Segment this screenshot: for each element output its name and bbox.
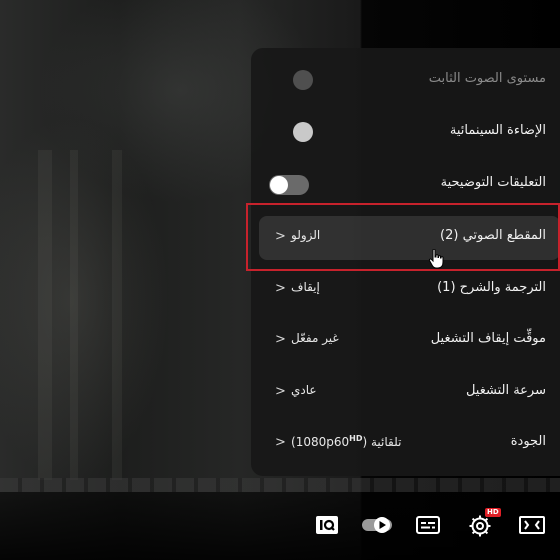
stable-volume-item[interactable]: مستوى الصوت الثابت bbox=[259, 59, 560, 103]
chevron-left-icon: < bbox=[275, 332, 286, 347]
toggle-knob bbox=[270, 176, 288, 194]
annotations-item[interactable]: التعليقات التوضيحية bbox=[259, 163, 560, 207]
theater-mode-button[interactable] bbox=[517, 510, 547, 540]
sleep-timer-value: غير مفعّل bbox=[291, 331, 339, 345]
stable-volume-indicator[interactable] bbox=[293, 70, 313, 90]
chevron-left-icon: < bbox=[275, 435, 286, 450]
playback-speed-item[interactable]: سرعة التشغيل عادي < bbox=[259, 371, 560, 415]
autoplay-toggle-icon bbox=[362, 517, 392, 533]
hand-pointer-icon bbox=[428, 249, 444, 269]
video-floor-strip bbox=[0, 478, 560, 492]
playback-speed-value: عادي bbox=[291, 383, 317, 397]
subtitles-button[interactable] bbox=[413, 510, 443, 540]
theater-mode-icon bbox=[519, 516, 545, 534]
chevron-left-icon: < bbox=[275, 384, 286, 399]
subtitles-item[interactable]: الترجمة والشرح (1) إيقاف < bbox=[259, 268, 560, 312]
ambient-mode-label: الإضاءة السينمائية bbox=[449, 123, 546, 138]
quality-mode: تلقائية bbox=[370, 435, 402, 449]
curtain-fold bbox=[38, 150, 52, 480]
quality-value: تلقائية (1080p60HD) bbox=[291, 434, 401, 449]
quality-item[interactable]: الجودة تلقائية (1080p60HD) < bbox=[259, 422, 560, 466]
ambient-mode-indicator[interactable] bbox=[293, 122, 313, 142]
quality-hd-superscript: HD bbox=[349, 434, 363, 443]
annotation-highlight-box bbox=[246, 203, 560, 271]
subtitles-icon bbox=[416, 516, 440, 534]
hd-badge: HD bbox=[485, 508, 501, 517]
quality-label: الجودة bbox=[510, 434, 546, 449]
subtitles-label: الترجمة والشرح (1) bbox=[437, 280, 546, 295]
subtitles-value: إيقاف bbox=[291, 280, 320, 294]
annotations-label: التعليقات التوضيحية bbox=[440, 175, 546, 190]
stable-volume-label: مستوى الصوت الثابت bbox=[428, 71, 546, 86]
annotations-toggle[interactable] bbox=[269, 175, 309, 195]
sleep-timer-item[interactable]: موقِّت إيقاف التشغيل غير مفعّل < bbox=[259, 319, 560, 363]
quality-iq-button[interactable] bbox=[312, 510, 342, 540]
settings-button[interactable]: HD bbox=[465, 508, 501, 540]
sleep-timer-label: موقِّت إيقاف التشغيل bbox=[430, 331, 546, 346]
quality-iq-icon bbox=[316, 516, 338, 534]
autoplay-toggle[interactable] bbox=[360, 510, 394, 540]
ambient-mode-item[interactable]: الإضاءة السينمائية bbox=[259, 111, 560, 155]
chevron-left-icon: < bbox=[275, 281, 286, 296]
curtain-fold bbox=[70, 150, 78, 480]
playback-speed-label: سرعة التشغيل bbox=[465, 383, 546, 398]
curtain-fold bbox=[112, 150, 122, 480]
